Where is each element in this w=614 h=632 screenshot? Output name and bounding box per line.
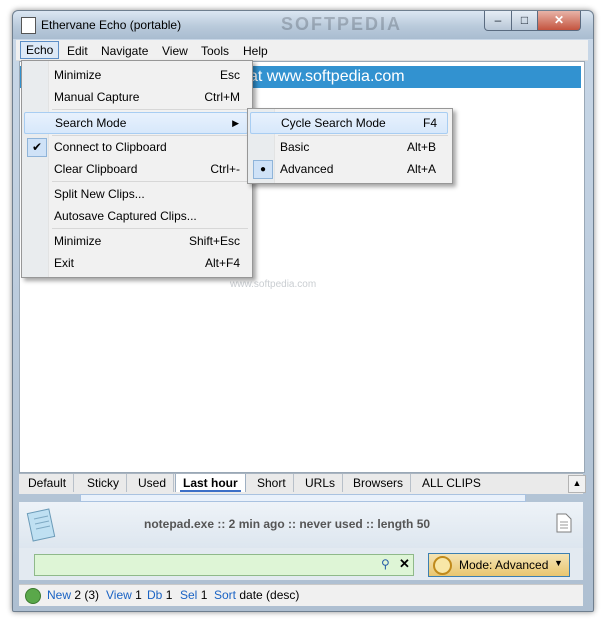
menu-item-advanced[interactable]: ● Advanced Alt+A [250, 159, 448, 179]
tab-used[interactable]: Used [131, 474, 175, 492]
menu-item-autosave[interactable]: Autosave Captured Clips... [24, 206, 248, 226]
menu-item-label: Basic [280, 140, 310, 154]
menu-item-shortcut: Ctrl+- [210, 162, 240, 176]
status-sort: Sort date (desc) [214, 588, 299, 602]
status-db-key: Db [147, 588, 163, 602]
minimize-button[interactable]: – [484, 11, 512, 31]
document-icon[interactable] [556, 513, 572, 533]
menu-item-label: Exit [54, 256, 75, 270]
menu-edit[interactable]: Edit [62, 43, 93, 59]
tab-all-clips[interactable]: ALL CLIPS [415, 474, 488, 492]
window-title: Ethervane Echo (portable) [41, 18, 182, 32]
menu-item-search-mode[interactable]: Search Mode ▶ [24, 112, 248, 134]
menu-view[interactable]: View [157, 43, 193, 59]
close-button[interactable]: ✕ [537, 11, 581, 31]
menu-item-cycle-search-mode[interactable]: Cycle Search Mode F4 [250, 112, 448, 134]
tab-sticky[interactable]: Sticky [80, 474, 128, 492]
mode-dropdown-button[interactable]: Mode: Advanced ▼ [428, 553, 570, 577]
active-tab-indicator [180, 490, 241, 492]
menu-separator [278, 135, 448, 136]
menu-item-shortcut: F4 [422, 116, 437, 130]
menu-navigate[interactable]: Navigate [96, 43, 153, 59]
menu-help[interactable]: Help [238, 43, 273, 59]
menu-item-label: Cycle Search Mode [281, 116, 386, 130]
menu-item-exit[interactable]: Exit Alt+F4 [24, 253, 248, 273]
menu-item-shortcut: Esc [219, 68, 240, 82]
menu-item-shortcut: Alt+F4 [204, 256, 240, 270]
chevron-down-icon: ▼ [554, 558, 563, 568]
maximize-button[interactable]: □ [511, 11, 538, 31]
submenu-arrow-icon: ▶ [232, 118, 239, 128]
search-icon[interactable]: ⚲ [381, 557, 390, 571]
menu-separator [52, 109, 248, 110]
echo-menu: Minimize Esc Manual Capture Ctrl+M Searc… [21, 60, 253, 278]
menu-item-label: Connect to Clipboard [54, 140, 167, 154]
status-sort-key: Sort [214, 588, 237, 602]
menu-item-shortcut: Alt+B [406, 140, 436, 154]
clip-header-text: at www.softpedia.com [249, 68, 405, 85]
menu-item-clear-clipboard[interactable]: Clear Clipboard Ctrl+- [24, 159, 248, 179]
status-sel-key: Sel [180, 588, 198, 602]
menu-item-shortcut: Shift+Esc [188, 234, 240, 248]
menu-item-minimize[interactable]: Minimize Esc [24, 65, 248, 85]
menu-item-shortcut: Ctrl+M [204, 90, 240, 104]
menu-tools[interactable]: Tools [196, 43, 234, 59]
status-sel-value: 1 [200, 588, 208, 602]
tab-last-hour-label: Last hour [183, 476, 238, 490]
menu-item-label: Manual Capture [54, 90, 140, 104]
search-input[interactable]: ⚲ ✕ [34, 554, 414, 576]
title-bar[interactable]: Ethervane Echo (portable) SOFTPEDIA – □ … [13, 11, 593, 39]
menu-item-label: Minimize [54, 234, 102, 248]
clip-scrollbar[interactable] [80, 494, 526, 502]
clip-info-text: notepad.exe :: 2 min ago :: never used :… [144, 517, 431, 531]
menu-item-shortcut: Alt+A [406, 162, 436, 176]
status-new-value: 2 (3) [74, 588, 100, 602]
menu-item-connect-to-clipboard[interactable]: ✔ Connect to Clipboard [24, 137, 248, 157]
status-sel: Sel 1 [180, 588, 207, 602]
clear-search-icon[interactable]: ✕ [399, 556, 410, 572]
notepad-icon [26, 508, 56, 542]
menu-item-label: Clear Clipboard [54, 162, 138, 176]
menu-item-minimize-tray[interactable]: Minimize Shift+Esc [24, 231, 248, 251]
status-db-value: 1 [165, 588, 173, 602]
menu-separator [52, 228, 248, 229]
status-view-value: 1 [135, 588, 142, 602]
menu-item-label: Advanced [280, 162, 334, 176]
status-view-key: View [106, 588, 132, 602]
menu-item-basic[interactable]: Basic Alt+B [250, 137, 448, 157]
menu-item-label: Search Mode [55, 116, 127, 130]
menu-item-label: Split New Clips... [54, 187, 145, 201]
search-mode-submenu: Cycle Search Mode F4 Basic Alt+B ● Advan… [247, 108, 453, 184]
connected-icon[interactable] [25, 588, 41, 604]
menu-item-label: Minimize [54, 68, 102, 82]
status-db: Db 1 [147, 588, 172, 602]
radio-selected-icon: ● [253, 160, 273, 179]
tab-default[interactable]: Default [21, 474, 75, 492]
menu-item-manual-capture[interactable]: Manual Capture Ctrl+M [24, 87, 248, 107]
menu-separator [52, 181, 248, 182]
menu-item-split-new-clips[interactable]: Split New Clips... [24, 184, 248, 204]
mode-label: Mode: Advanced [459, 558, 549, 572]
tab-scroll-up-button[interactable]: ▲ [568, 475, 586, 493]
menu-item-label: Autosave Captured Clips... [54, 209, 197, 223]
watermark: SOFTPEDIA [281, 14, 403, 34]
status-new: New 2 (3) [47, 588, 99, 602]
status-new-key: New [47, 588, 72, 602]
magnifier-icon [433, 556, 452, 575]
status-bar [19, 584, 583, 606]
watermark-url: www.softpedia.com [230, 279, 317, 290]
tab-short[interactable]: Short [250, 474, 294, 492]
checkmark-icon: ✔ [27, 138, 47, 157]
tab-urls[interactable]: URLs [298, 474, 344, 492]
tab-last-hour[interactable]: Last hour [175, 474, 246, 492]
app-icon[interactable] [21, 17, 36, 34]
menu-separator [52, 135, 248, 136]
tab-browsers[interactable]: Browsers [346, 474, 412, 492]
menu-echo[interactable]: Echo [20, 41, 60, 59]
status-view: View 1 [106, 588, 142, 602]
status-sort-value: date (desc) [239, 588, 300, 602]
